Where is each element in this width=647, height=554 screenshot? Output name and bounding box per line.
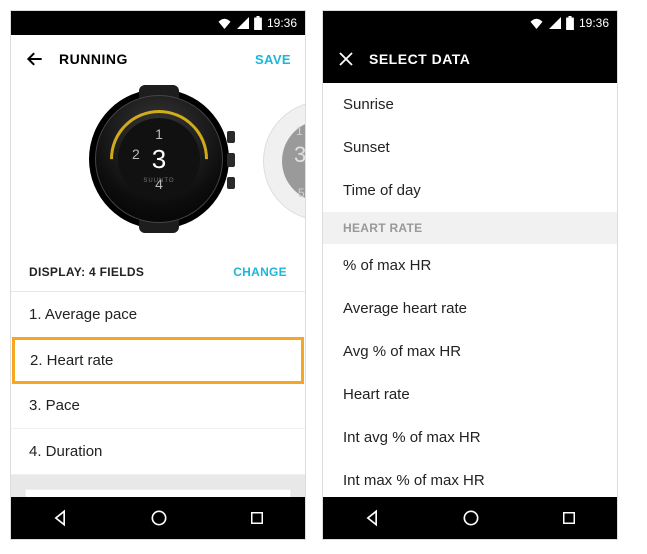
field-item[interactable]: 4. Duration [11, 429, 305, 475]
data-item[interactable]: Average heart rate [323, 287, 617, 330]
status-time: 19:36 [267, 16, 297, 30]
battery-icon [254, 16, 262, 30]
data-item[interactable]: Sunset [323, 126, 617, 169]
display-config-row: DISPLAY: 4 FIELDS CHANGE [11, 253, 305, 292]
data-item[interactable]: Sunrise [323, 83, 617, 126]
data-item[interactable]: Int max % of max HR [323, 459, 617, 497]
signal-icon [237, 17, 249, 29]
nav-home-icon[interactable] [461, 508, 481, 528]
android-navbar [11, 497, 305, 539]
watch-preview: 1 2 3 4 SUUNTO 1 3 5 [11, 83, 305, 253]
display-label: DISPLAY: 4 FIELDS [29, 265, 144, 279]
status-bar: 19:36 [11, 11, 305, 35]
page-title: RUNNING [59, 51, 241, 67]
data-item[interactable]: Heart rate [323, 373, 617, 416]
status-bar: 19:36 [323, 11, 617, 35]
save-button[interactable]: SAVE [255, 52, 291, 67]
nav-recent-icon[interactable] [560, 509, 578, 527]
field-list: 1. Average pace 2. Heart rate 3. Pace 4.… [11, 292, 305, 475]
data-item[interactable]: Avg % of max HR [323, 330, 617, 373]
title-bar: RUNNING SAVE [11, 35, 305, 83]
data-list[interactable]: Sunrise Sunset Time of day HEART RATE % … [323, 83, 617, 497]
watch-next[interactable]: 1 3 5 [263, 101, 305, 221]
phone-right: 19:36 SELECT DATA Sunrise Sunset Time of… [322, 10, 618, 540]
field-item-selected[interactable]: 2. Heart rate [12, 337, 304, 384]
field-item[interactable]: 1. Average pace [11, 292, 305, 338]
wifi-icon [217, 17, 232, 29]
page-title: SELECT DATA [369, 51, 603, 67]
field-item[interactable]: 3. Pace [11, 383, 305, 429]
section-header: HEART RATE [323, 212, 617, 244]
data-item[interactable]: Time of day [323, 169, 617, 212]
nav-recent-icon[interactable] [248, 509, 266, 527]
data-item[interactable]: Int avg % of max HR [323, 416, 617, 459]
data-item[interactable]: % of max HR [323, 244, 617, 287]
signal-icon [549, 17, 561, 29]
change-button[interactable]: CHANGE [233, 265, 287, 279]
status-time: 19:36 [579, 16, 609, 30]
close-icon[interactable] [337, 50, 355, 68]
android-navbar [323, 497, 617, 539]
nav-back-icon[interactable] [50, 508, 70, 528]
title-bar: SELECT DATA [323, 35, 617, 83]
nav-home-icon[interactable] [149, 508, 169, 528]
phone-left: 19:36 RUNNING SAVE 1 2 3 4 SUUNTO 1 3 5 [10, 10, 306, 540]
back-icon[interactable] [25, 49, 45, 69]
nav-back-icon[interactable] [362, 508, 382, 528]
battery-icon [566, 16, 574, 30]
wifi-icon [529, 17, 544, 29]
watch-main[interactable]: 1 2 3 4 SUUNTO [89, 89, 229, 229]
